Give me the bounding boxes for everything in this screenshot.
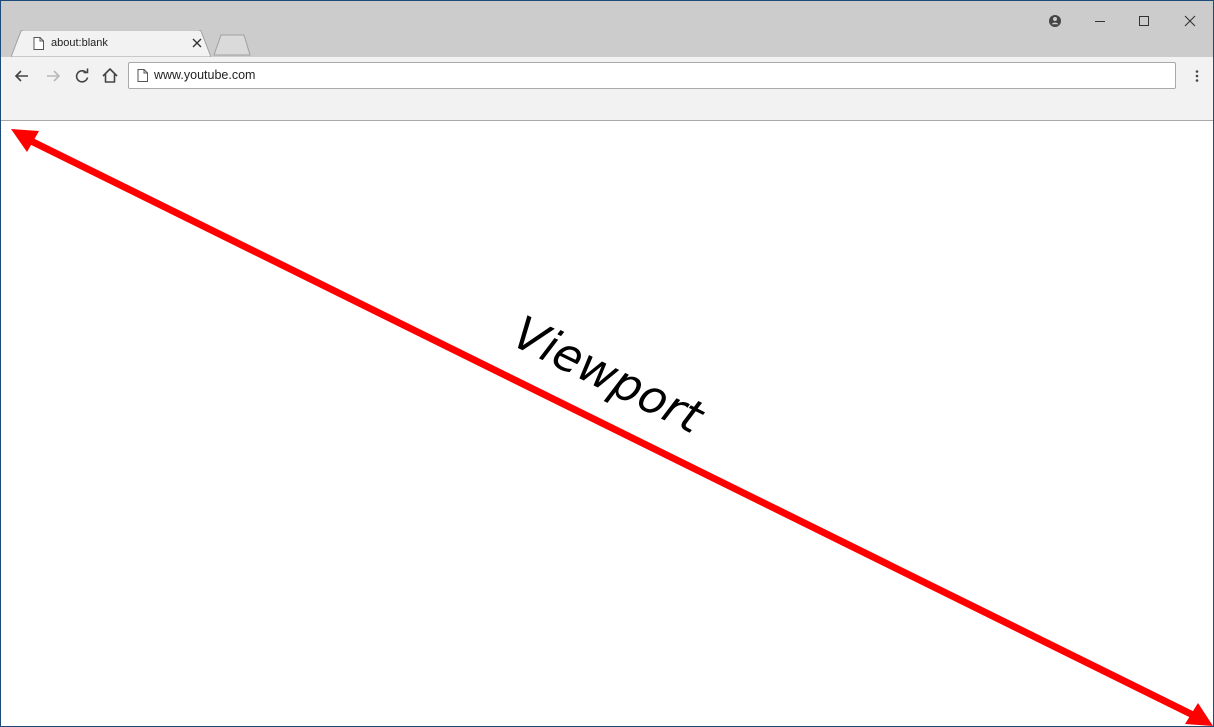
title-bar: about:blank xyxy=(1,1,1213,57)
page-icon xyxy=(33,37,44,50)
page-icon xyxy=(137,69,148,82)
home-icon[interactable] xyxy=(99,65,121,87)
close-icon[interactable] xyxy=(1175,9,1205,33)
address-bar[interactable]: www.youtube.com xyxy=(128,62,1176,89)
address-text[interactable]: www.youtube.com xyxy=(154,68,1054,83)
viewport-area: Viewport xyxy=(1,121,1213,726)
minimize-icon[interactable] xyxy=(1085,9,1115,33)
arrow-right-icon[interactable] xyxy=(42,65,64,87)
new-tab-icon[interactable] xyxy=(213,34,253,56)
toolbar: www.youtube.com xyxy=(1,57,1213,121)
maximize-icon[interactable] xyxy=(1129,9,1159,33)
reload-icon[interactable] xyxy=(71,65,93,87)
tab-title: about:blank xyxy=(51,37,108,49)
tab-about-blank[interactable]: about:blank xyxy=(11,30,211,57)
close-icon[interactable] xyxy=(189,35,205,51)
vertical-dots-icon[interactable] xyxy=(1187,65,1207,87)
profile-icon[interactable] xyxy=(1040,9,1070,33)
viewport-annotation: Viewport xyxy=(11,129,1213,726)
browser-window: about:blank www.youtube.com Viewport xyxy=(0,0,1214,727)
diagonal-arrow-line xyxy=(25,135,1199,721)
arrow-left-icon[interactable] xyxy=(11,65,33,87)
